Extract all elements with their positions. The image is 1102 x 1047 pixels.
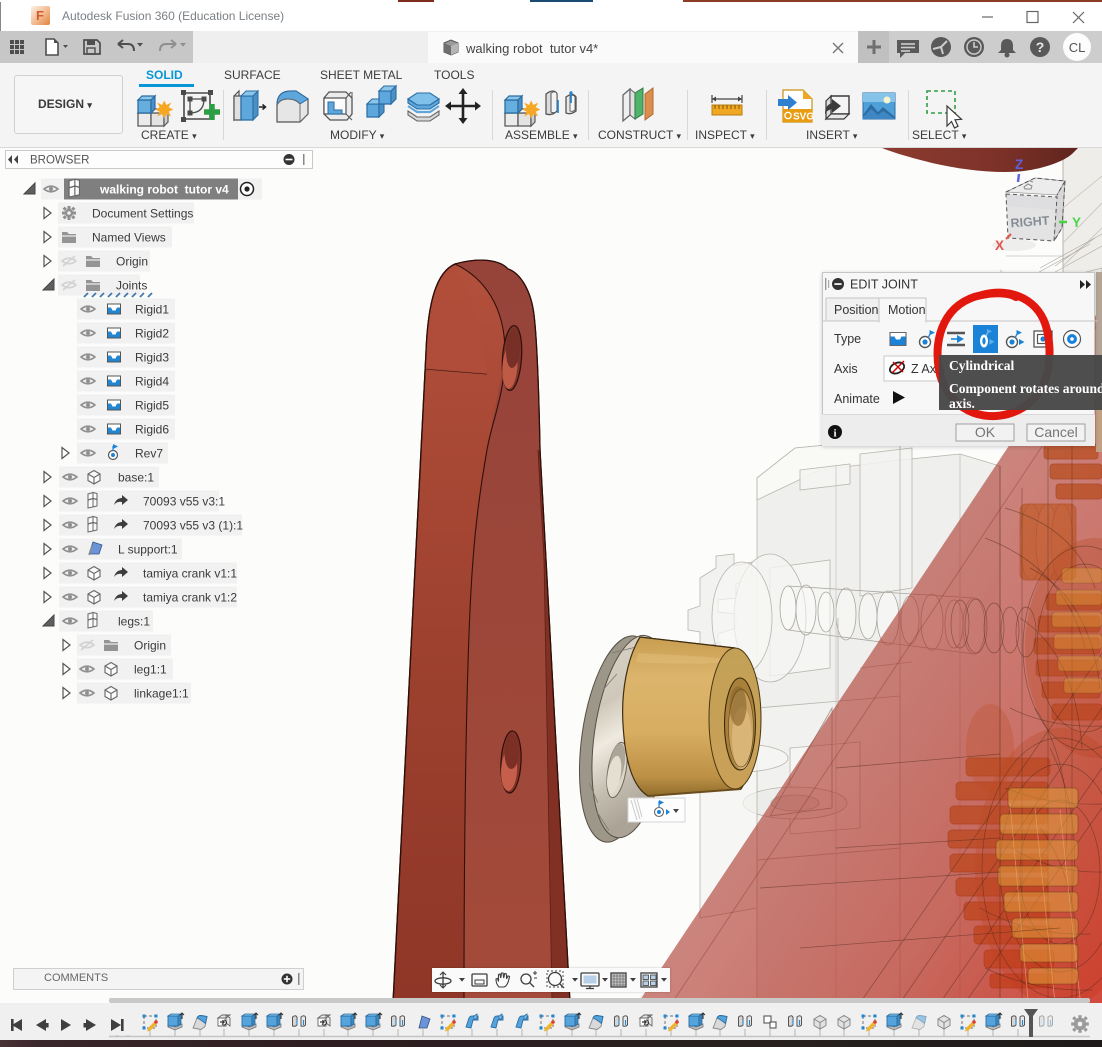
- svg-text:walking robot tutor v4: walking robot tutor v4: [99, 183, 229, 197]
- svg-text:leg1:1: leg1:1: [134, 663, 167, 677]
- svg-text:Document Settings: Document Settings: [92, 207, 193, 221]
- svg-text:X: X: [995, 238, 1004, 253]
- svg-text:tamiya crank v1:1: tamiya crank v1:1: [143, 567, 237, 581]
- svg-text:tamiya crank v1:2: tamiya crank v1:2: [143, 591, 237, 605]
- svg-text:Rigid1: Rigid1: [135, 303, 169, 317]
- svg-text:EDIT JOINT: EDIT JOINT: [850, 278, 918, 292]
- svg-text:Axis: Axis: [834, 362, 858, 376]
- svg-text:Position: Position: [834, 303, 879, 317]
- svg-text:Origin: Origin: [116, 255, 148, 269]
- svg-text:70093 v55 v3 (1):1: 70093 v55 v3 (1):1: [143, 519, 243, 533]
- svg-text:Named Views: Named Views: [92, 231, 166, 245]
- svg-text:SVG: SVG: [793, 112, 814, 123]
- svg-text:Z: Z: [1015, 157, 1023, 172]
- svg-text:?: ?: [1036, 39, 1045, 55]
- svg-text:Rigid2: Rigid2: [135, 327, 169, 341]
- svg-text:Rigid4: Rigid4: [135, 375, 169, 389]
- svg-text:RIGHT: RIGHT: [1010, 214, 1050, 231]
- svg-text:Joints: Joints: [116, 279, 147, 293]
- svg-text:Origin: Origin: [134, 639, 166, 653]
- svg-text:BROWSER: BROWSER: [30, 155, 89, 167]
- svg-text:i: i: [833, 428, 836, 440]
- svg-text:70093 v55 v3:1: 70093 v55 v3:1: [143, 495, 225, 509]
- svg-text:L support:1: L support:1: [118, 543, 178, 557]
- svg-text:Animate: Animate: [834, 392, 880, 406]
- svg-text:Y: Y: [1072, 215, 1081, 230]
- svg-text:Rigid3: Rigid3: [135, 351, 169, 365]
- svg-text:Rigid6: Rigid6: [135, 423, 169, 437]
- svg-text:CL: CL: [1069, 40, 1086, 55]
- svg-text:Type: Type: [834, 332, 861, 346]
- svg-text:linkage1:1: linkage1:1: [134, 687, 189, 701]
- svg-text:base:1: base:1: [118, 471, 154, 485]
- svg-text:legs:1: legs:1: [118, 615, 150, 629]
- svg-text:Rigid5: Rigid5: [135, 399, 169, 413]
- svg-text:Rev7: Rev7: [135, 447, 163, 461]
